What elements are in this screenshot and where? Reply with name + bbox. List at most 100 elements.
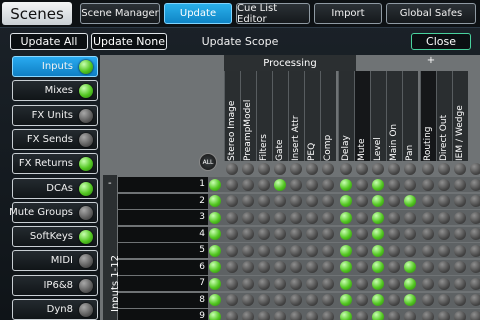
- matrix-cell[interactable]: [274, 244, 286, 257]
- matrix-cell[interactable]: [226, 244, 238, 257]
- matrix-cell[interactable]: [306, 195, 318, 207]
- all-toggle-cell[interactable]: [454, 163, 466, 175]
- matrix-cell[interactable]: [422, 195, 434, 207]
- matrix-cell[interactable]: [340, 211, 352, 224]
- row-toggle-cell[interactable]: [209, 310, 221, 320]
- matrix-cell[interactable]: [454, 261, 466, 273]
- matrix-cell[interactable]: [258, 294, 270, 306]
- matrix-cell[interactable]: [306, 228, 318, 240]
- matrix-cell[interactable]: [356, 228, 368, 240]
- matrix-cell[interactable]: [438, 178, 450, 191]
- matrix-cell[interactable]: [340, 195, 352, 207]
- sidebar-item-dyn8[interactable]: Dyn8: [12, 299, 98, 320]
- matrix-cell[interactable]: [470, 277, 480, 290]
- matrix-cell[interactable]: [258, 310, 270, 320]
- matrix-cell[interactable]: [372, 310, 384, 320]
- matrix-cell[interactable]: [422, 244, 434, 257]
- all-toggle-cell[interactable]: [340, 163, 352, 175]
- matrix-cell[interactable]: [242, 261, 254, 273]
- sidebar-item-softkeys[interactable]: SoftKeys: [12, 226, 98, 248]
- matrix-cell[interactable]: [404, 228, 416, 240]
- matrix-cell[interactable]: [388, 261, 400, 273]
- matrix-cell[interactable]: [422, 310, 434, 320]
- matrix-cell[interactable]: [242, 178, 254, 191]
- matrix-cell[interactable]: [226, 211, 238, 224]
- matrix-cell[interactable]: [470, 178, 480, 191]
- matrix-cell[interactable]: [372, 261, 384, 273]
- matrix-cell[interactable]: [242, 195, 254, 207]
- all-badge[interactable]: ALL: [199, 153, 217, 171]
- matrix-cell[interactable]: [404, 310, 416, 320]
- matrix-cell[interactable]: [388, 195, 400, 207]
- matrix-cell[interactable]: [388, 310, 400, 320]
- matrix-cell[interactable]: [226, 195, 238, 207]
- matrix-cell[interactable]: [290, 228, 302, 240]
- all-toggle-cell[interactable]: [372, 163, 384, 175]
- update-none-button[interactable]: Update None: [91, 33, 167, 50]
- matrix-cell[interactable]: [438, 294, 450, 306]
- matrix-cell[interactable]: [454, 277, 466, 290]
- tab-update[interactable]: Update: [164, 3, 232, 24]
- matrix-cell[interactable]: [290, 277, 302, 290]
- matrix-cell[interactable]: [340, 178, 352, 191]
- matrix-cell[interactable]: [274, 211, 286, 224]
- row-toggle-cell[interactable]: [209, 178, 221, 191]
- matrix-cell[interactable]: [226, 294, 238, 306]
- matrix-cell[interactable]: [226, 310, 238, 320]
- row-toggle-cell[interactable]: [209, 211, 221, 224]
- matrix-cell[interactable]: [226, 277, 238, 290]
- matrix-cell[interactable]: [258, 211, 270, 224]
- matrix-cell[interactable]: [404, 195, 416, 207]
- matrix-cell[interactable]: [454, 178, 466, 191]
- matrix-cell[interactable]: [356, 277, 368, 290]
- matrix-cell[interactable]: [242, 277, 254, 290]
- matrix-cell[interactable]: [470, 310, 480, 320]
- matrix-cell[interactable]: [454, 310, 466, 320]
- matrix-cell[interactable]: [372, 277, 384, 290]
- matrix-cell[interactable]: [274, 195, 286, 207]
- matrix-cell[interactable]: [470, 195, 480, 207]
- sidebar-item-mute-groups[interactable]: Mute Groups: [9, 201, 98, 223]
- row-toggle-cell[interactable]: [209, 244, 221, 257]
- matrix-cell[interactable]: [470, 228, 480, 240]
- matrix-cell[interactable]: [438, 277, 450, 290]
- matrix-cell[interactable]: [388, 178, 400, 191]
- all-toggle-cell[interactable]: [438, 163, 450, 175]
- tab-import[interactable]: Import: [314, 3, 382, 24]
- matrix-cell[interactable]: [356, 310, 368, 320]
- all-toggle-cell[interactable]: [258, 163, 270, 175]
- matrix-cell[interactable]: [340, 244, 352, 257]
- sidebar-item-mixes[interactable]: Mixes: [12, 80, 98, 102]
- matrix-cell[interactable]: [322, 277, 334, 290]
- matrix-cell[interactable]: [388, 294, 400, 306]
- matrix-cell[interactable]: [404, 178, 416, 191]
- matrix-cell[interactable]: [356, 294, 368, 306]
- matrix-cell[interactable]: [388, 244, 400, 257]
- matrix-cell[interactable]: [322, 178, 334, 191]
- tab-global-safes[interactable]: Global Safes: [386, 3, 476, 24]
- matrix-cell[interactable]: [258, 244, 270, 257]
- matrix-cell[interactable]: [258, 195, 270, 207]
- matrix-cell[interactable]: [422, 178, 434, 191]
- matrix-cell[interactable]: [356, 244, 368, 257]
- sidebar-item-ip6-8[interactable]: IP6&8: [12, 274, 98, 296]
- matrix-cell[interactable]: [290, 310, 302, 320]
- matrix-cell[interactable]: [422, 277, 434, 290]
- matrix-cell[interactable]: [306, 244, 318, 257]
- close-button[interactable]: Close: [411, 33, 471, 50]
- row-toggle-cell[interactable]: [209, 228, 221, 240]
- matrix-cell[interactable]: [226, 261, 238, 273]
- matrix-cell[interactable]: [274, 228, 286, 240]
- matrix-cell[interactable]: [258, 261, 270, 273]
- matrix-cell[interactable]: [470, 244, 480, 257]
- all-toggle-cell[interactable]: [388, 163, 400, 175]
- matrix-cell[interactable]: [404, 244, 416, 257]
- matrix-cell[interactable]: [258, 277, 270, 290]
- matrix-cell[interactable]: [454, 195, 466, 207]
- matrix-cell[interactable]: [372, 294, 384, 306]
- matrix-cell[interactable]: [306, 294, 318, 306]
- matrix-cell[interactable]: [242, 294, 254, 306]
- matrix-cell[interactable]: [470, 294, 480, 306]
- matrix-cell[interactable]: [340, 310, 352, 320]
- all-toggle-cell[interactable]: [290, 163, 302, 175]
